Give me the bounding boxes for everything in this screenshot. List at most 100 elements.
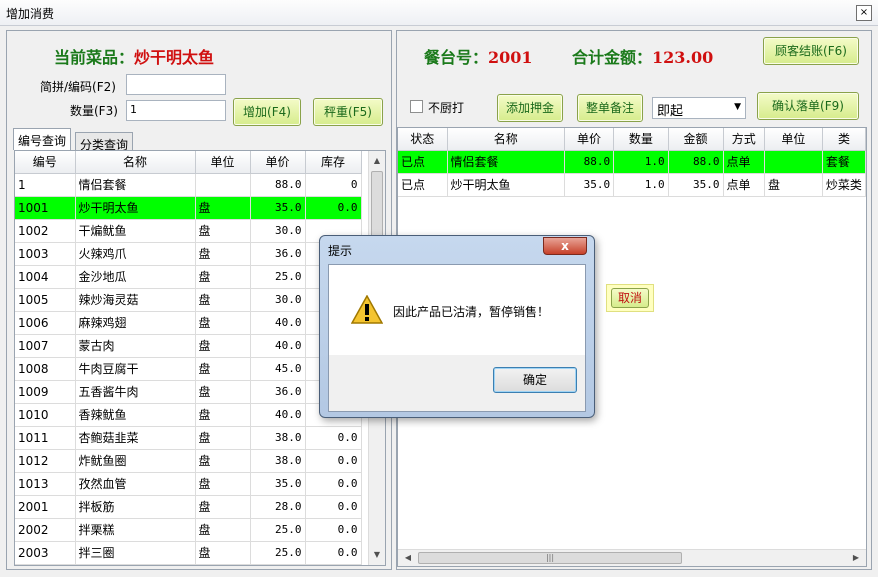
menu-table-cell: 35.0 xyxy=(250,196,306,220)
menu-table-cell: 0.0 xyxy=(305,472,362,496)
menu-table-row[interactable]: 1004 金沙地瓜盘 25.0 xyxy=(15,265,362,289)
menu-table-cell: 盘 xyxy=(195,196,251,220)
menu-table-cell: 36.0 xyxy=(250,242,306,266)
dialog-close-button[interactable]: x xyxy=(543,237,587,255)
menu-table-row[interactable]: 1002 干煸鱿鱼盘 30.0 xyxy=(15,219,362,243)
order-header-cell[interactable]: 类 xyxy=(822,128,866,151)
menu-table-cell: 0.0 xyxy=(305,196,362,220)
menu-table-cell: 盘 xyxy=(195,518,251,542)
order-header-cell[interactable]: 数量 xyxy=(613,128,669,151)
scroll-up-icon[interactable]: ▲ xyxy=(369,153,385,169)
order-hscroll[interactable]: ◀ ||| ▶ xyxy=(398,549,866,566)
menu-table-row[interactable]: 1006 麻辣鸡翅盘 40.0 xyxy=(15,311,362,335)
menu-table-cell: 30.0 xyxy=(250,219,306,243)
order-table-row[interactable]: 已点 情侣套餐 88.0 1.0 88.0 点单 套餐 xyxy=(398,150,866,174)
add-button[interactable]: 增加(F4) xyxy=(233,98,301,126)
menu-table-row[interactable]: 1 情侣套餐 88.0 0 xyxy=(15,173,362,197)
order-remark-button[interactable]: 整单备注 xyxy=(577,94,643,122)
menu-table-row[interactable]: 1003 火辣鸡爪盘 36.0 xyxy=(15,242,362,266)
menu-table-cell: 88.0 xyxy=(250,173,306,197)
menu-table-cell: 0.0 xyxy=(305,518,362,542)
menu-header-cell[interactable]: 编号 xyxy=(15,151,76,174)
menu-table-cell: 盘 xyxy=(195,357,251,381)
menu-table-cell: 盘 xyxy=(195,334,251,358)
cancel-button[interactable]: 取消 xyxy=(611,288,649,308)
menu-table-cell: 五香酱牛肉 xyxy=(75,380,196,404)
window-close-button[interactable]: × xyxy=(856,5,872,21)
order-header-cell[interactable]: 单价 xyxy=(564,128,615,151)
menu-table-cell: 25.0 xyxy=(250,265,306,289)
confirm-order-button[interactable]: 确认落单(F9) xyxy=(757,92,859,120)
qty-input[interactable]: 1 xyxy=(126,100,226,121)
order-header-cell[interactable]: 金额 xyxy=(668,128,724,151)
order-table-cell: 35.0 xyxy=(668,173,724,197)
menu-table-cell: 28.0 xyxy=(250,495,306,519)
menu-table-row[interactable]: 1001 炒干明太鱼盘 35.0 0.0 xyxy=(15,196,362,220)
order-table-cell: 已点 xyxy=(398,150,448,174)
menu-table-cell: 1006 xyxy=(15,311,76,335)
menu-table-cell: 2003 xyxy=(15,541,76,565)
menu-table-row[interactable]: 2001 拌板筋盘 28.0 0.0 xyxy=(15,495,362,519)
no-print-checkbox[interactable] xyxy=(410,100,423,113)
menu-table-row[interactable]: 1009 五香酱牛肉盘 36.0 xyxy=(15,380,362,404)
menu-table-cell: 1013 xyxy=(15,472,76,496)
current-dish-label: 当前菜品： xyxy=(54,48,135,67)
total-amount: 合计金额：123.00 xyxy=(572,44,713,68)
menu-table: 编号 名称 单位 单价 库存 1 情侣套餐 88.0 0 1001 炒干明太鱼盘 35.0 0.0 10… xyxy=(15,151,362,565)
menu-table-cell: 45.0 xyxy=(250,357,306,381)
order-header-cell[interactable]: 状态 xyxy=(398,128,448,151)
timing-select-value: 即起 xyxy=(657,104,684,119)
code-input[interactable] xyxy=(126,74,226,95)
order-table-cell: 1.0 xyxy=(613,173,669,197)
menu-table-cell: 炸鱿鱼圈 xyxy=(75,449,196,473)
menu-table-cell: 牛肉豆腐干 xyxy=(75,357,196,381)
order-header-cell[interactable]: 方式 xyxy=(723,128,765,151)
menu-table-cell: 35.0 xyxy=(250,472,306,496)
menu-header-cell[interactable]: 单位 xyxy=(195,151,251,174)
scroll-right-icon[interactable]: ▶ xyxy=(848,550,864,566)
order-table-row[interactable]: 已点 炒干明太鱼 35.0 1.0 35.0 点单盘炒菜类 xyxy=(398,173,866,197)
dialog-body: 因此产品已沽清，暂停销售！ 确定 xyxy=(328,264,586,412)
menu-table-row[interactable]: 1010 香辣鱿鱼盘 40.0 xyxy=(15,403,362,427)
menu-header-cell[interactable]: 名称 xyxy=(75,151,196,174)
menu-table-row[interactable]: 2003 拌三圈盘 25.0 0.0 xyxy=(15,541,362,565)
order-table-cell: 情侣套餐 xyxy=(447,150,565,174)
menu-table-cell: 36.0 xyxy=(250,380,306,404)
add-deposit-button[interactable]: 添加押金 xyxy=(497,94,563,122)
order-header-cell[interactable]: 单位 xyxy=(764,128,823,151)
menu-table-row[interactable]: 1008 牛肉豆腐干盘 45.0 xyxy=(15,357,362,381)
menu-table-cell: 盘 xyxy=(195,242,251,266)
hscroll-thumb[interactable]: ||| xyxy=(418,552,682,564)
current-dish-value: 炒干明太鱼 xyxy=(134,48,215,67)
weigh-button[interactable]: 秤重(F5) xyxy=(313,98,383,126)
menu-table-row[interactable]: 1007 蒙古肉盘 40.0 xyxy=(15,334,362,358)
menu-table-cell: 干煸鱿鱼 xyxy=(75,219,196,243)
scroll-left-icon[interactable]: ◀ xyxy=(400,550,416,566)
tab-code-search[interactable]: 编号查询 xyxy=(13,128,72,150)
menu-table-cell: 炒干明太鱼 xyxy=(75,196,196,220)
menu-table-row[interactable]: 2002 拌栗糕盘 25.0 0.0 xyxy=(15,518,362,542)
tab-category-search[interactable]: 分类查询 xyxy=(75,132,134,152)
menu-table-cell: 0.0 xyxy=(305,449,362,473)
menu-table-cell: 麻辣鸡翅 xyxy=(75,311,196,335)
timing-select[interactable]: 即起 ▼ xyxy=(652,97,746,119)
order-header-cell[interactable]: 名称 xyxy=(447,128,565,151)
menu-header-cell[interactable]: 库存 xyxy=(305,151,362,174)
scroll-down-icon[interactable]: ▼ xyxy=(369,547,385,563)
menu-table-row[interactable]: 1011 杏鲍菇韭菜盘 38.0 0.0 xyxy=(15,426,362,450)
checkout-button[interactable]: 顾客结账(F6) xyxy=(763,37,859,65)
menu-table-cell: 25.0 xyxy=(250,518,306,542)
dialog-message: 因此产品已沽清，暂停销售！ xyxy=(393,305,550,319)
menu-table-cell: 拌栗糕 xyxy=(75,518,196,542)
no-print-label: 不厨打 xyxy=(428,101,465,115)
order-table-cell: 盘 xyxy=(764,173,823,197)
menu-table-row[interactable]: 1013 孜然血管盘 35.0 0.0 xyxy=(15,472,362,496)
menu-table-row[interactable]: 1012 炸鱿鱼圈盘 38.0 0.0 xyxy=(15,449,362,473)
dialog-title: 提示 xyxy=(328,244,353,258)
menu-header-cell[interactable]: 单价 xyxy=(250,151,306,174)
menu-table-cell: 盘 xyxy=(195,449,251,473)
menu-table-cell: 盘 xyxy=(195,288,251,312)
order-table-cell: 炒菜类 xyxy=(822,173,866,197)
menu-table-row[interactable]: 1005 辣炒海灵菇盘 30.0 xyxy=(15,288,362,312)
ok-button[interactable]: 确定 xyxy=(493,367,577,393)
